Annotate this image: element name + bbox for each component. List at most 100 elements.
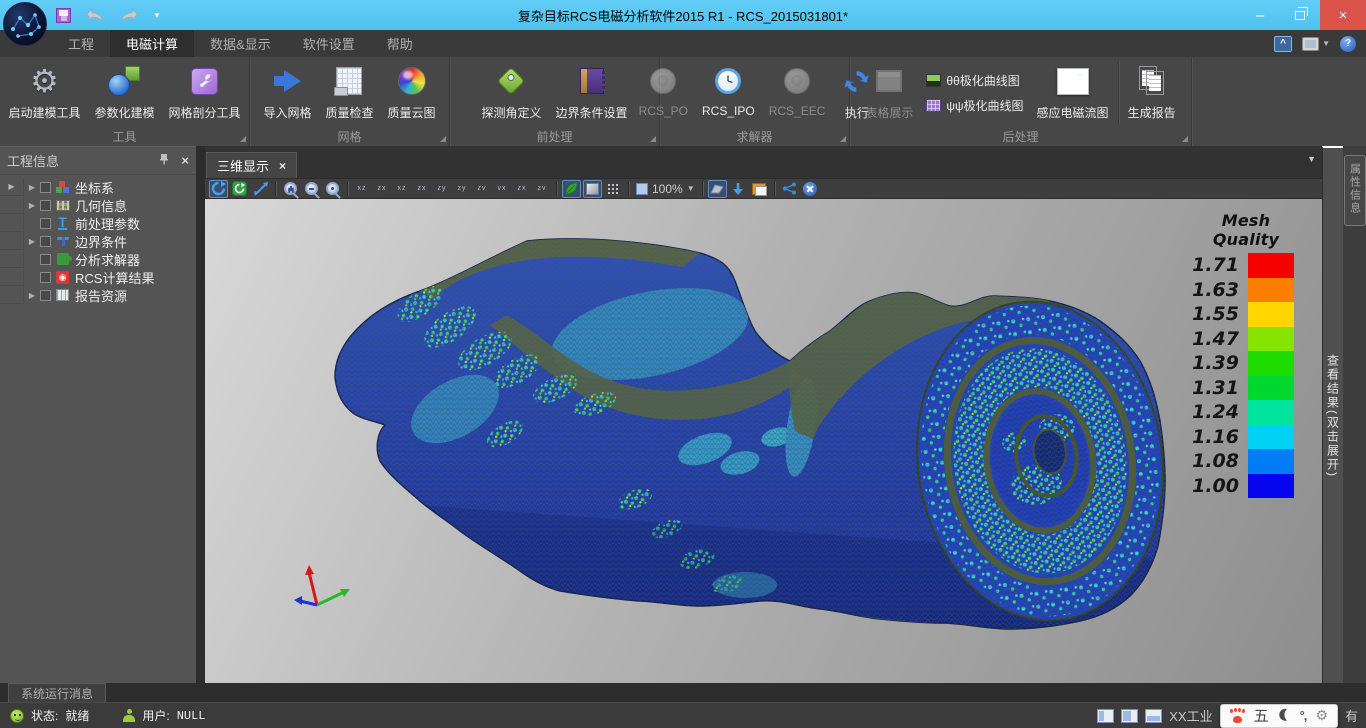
layout-left-icon[interactable] <box>1097 709 1114 723</box>
view-preset-icon[interactable]: zy <box>453 181 471 197</box>
share-branch-icon[interactable] <box>780 180 799 198</box>
psi-polar-curve-button[interactable]: ψψ极化曲线图 <box>926 97 1023 114</box>
expand-icon[interactable]: ▶ <box>24 237 40 246</box>
tree-item-preprocess-params[interactable]: T 前处理参数 <box>0 214 196 232</box>
ime-toolbar[interactable]: 五 °, ⚙ <box>1220 704 1338 728</box>
tree-checkbox[interactable] <box>40 182 51 193</box>
zoom-level-select[interactable]: 100% ▼ <box>636 182 695 196</box>
quality-check-button[interactable]: 质量检查 <box>318 58 380 127</box>
view-preset-icon[interactable]: zx <box>413 181 431 197</box>
view-preset-icon[interactable]: zx <box>373 181 391 197</box>
app-logo-icon[interactable] <box>3 2 47 46</box>
shaded-surface-icon[interactable] <box>583 180 602 198</box>
tree-item-coordinate-system[interactable]: ▶ ▶ 坐标系 <box>0 178 196 196</box>
tree-item-analysis-solver[interactable]: 分析求解器 <box>0 250 196 268</box>
tree-checkbox[interactable] <box>40 254 51 265</box>
tree-checkbox[interactable] <box>40 290 51 301</box>
tree-checkbox[interactable] <box>40 200 51 211</box>
select-tool-icon[interactable] <box>708 180 727 198</box>
undo-icon[interactable] <box>85 8 105 22</box>
tree-checkbox[interactable] <box>40 218 51 229</box>
minimize-button[interactable]: – <box>1240 0 1280 30</box>
tab-em-compute[interactable]: 电磁计算 <box>110 30 194 57</box>
boundary-settings-button[interactable]: 边界条件设置 <box>549 58 635 127</box>
display-dropdown-icon[interactable]: ▼ <box>1322 39 1330 48</box>
tree-item-rcs-results[interactable]: ◉ RCS计算结果 <box>0 268 196 286</box>
tab-data-display[interactable]: 数据&显示 <box>194 30 287 57</box>
quality-cloud-button[interactable]: 质量云图 <box>381 58 443 127</box>
panel-splitter[interactable] <box>196 146 205 683</box>
dialog-launcher-icon[interactable] <box>840 136 846 142</box>
zoom-in-icon[interactable] <box>281 180 300 198</box>
tab-3d-display[interactable]: 三维显示 × <box>206 152 297 178</box>
ime-settings-icon[interactable]: ⚙ <box>1315 708 1328 724</box>
panel-close-icon[interactable]: × <box>181 153 189 168</box>
tree-item-boundary-conditions[interactable]: ▶ 边界条件 <box>0 232 196 250</box>
tab-project[interactable]: 工程 <box>52 30 110 57</box>
view-preset-icon[interactable]: xz <box>353 181 371 197</box>
arrow-down-icon[interactable] <box>729 180 748 198</box>
ime-logo-icon[interactable] <box>1230 709 1245 723</box>
view-preset-icon[interactable]: zv <box>473 181 491 197</box>
view-preset-icon[interactable]: zx <box>513 181 531 197</box>
zoom-fit-icon[interactable] <box>323 180 342 198</box>
pin-icon[interactable] <box>159 153 169 168</box>
collapse-ribbon-icon[interactable]: ^ <box>1274 36 1292 52</box>
expand-icon[interactable]: ▶ <box>24 201 40 210</box>
theta-polar-curve-button[interactable]: θθ极化曲线图 <box>926 72 1023 89</box>
qat-dropdown-icon[interactable]: ▼ <box>153 11 161 20</box>
dialog-launcher-icon[interactable] <box>1182 136 1188 142</box>
dialog-launcher-icon[interactable] <box>650 136 656 142</box>
tab-software-settings[interactable]: 软件设置 <box>287 30 371 57</box>
display-mode-button[interactable]: ▼ <box>1302 37 1330 51</box>
expand-icon[interactable]: ▶ <box>24 291 40 300</box>
ime-punctuation-icon[interactable]: °, <box>1300 708 1307 723</box>
restore-button[interactable] <box>1280 0 1320 30</box>
rcs-eec-button[interactable]: RCS_EEC <box>762 58 833 127</box>
rcs-po-button[interactable]: RCS_PO <box>632 58 695 127</box>
tree-checkbox[interactable] <box>40 272 51 283</box>
tab-help[interactable]: 帮助 <box>371 30 429 57</box>
properties-collapsed-tab[interactable]: 属性信息 <box>1344 155 1366 226</box>
probe-angle-button[interactable]: 探测角定义 <box>474 58 548 127</box>
close-button[interactable]: × <box>1320 0 1366 30</box>
induced-current-map-button[interactable]: 感应电磁流图 <box>1030 58 1116 127</box>
redo-icon[interactable] <box>119 8 139 22</box>
system-message-tab[interactable]: 系统运行消息 <box>8 683 106 702</box>
zoom-out-icon[interactable] <box>302 180 321 198</box>
view-preset-icon[interactable]: zv <box>533 181 551 197</box>
parametric-modeling-button[interactable]: 参数化建模 <box>87 58 161 127</box>
table-display-button[interactable]: 表格展示 <box>858 58 920 127</box>
ime-mode-icon[interactable]: 五 <box>1254 705 1269 726</box>
layers-icon[interactable] <box>750 180 769 198</box>
layout-split-icon[interactable] <box>1121 709 1138 723</box>
expand-icon[interactable]: ▶ <box>24 183 40 192</box>
close-view-icon[interactable] <box>801 180 820 198</box>
launch-modeling-tool-button[interactable]: ⚙ 启动建模工具 <box>1 58 87 127</box>
import-mesh-button[interactable]: 导入网格 <box>256 58 318 127</box>
dialog-launcher-icon[interactable] <box>240 136 246 142</box>
tree-checkbox[interactable] <box>40 236 51 247</box>
wireframe-points-icon[interactable] <box>604 180 623 198</box>
generate-report-button[interactable]: 生成报告 <box>1121 58 1183 127</box>
tab-list-dropdown-icon[interactable]: ▼ <box>1307 154 1316 164</box>
help-icon[interactable]: ? <box>1340 36 1356 52</box>
view-preset-icon[interactable]: vx <box>493 181 511 197</box>
smooth-shading-icon[interactable] <box>562 180 581 198</box>
viewport-3d[interactable]: Mesh Quality 1.71 1.63 1.55 1.47 1.39 1.… <box>205 199 1322 683</box>
dialog-launcher-icon[interactable] <box>440 136 446 142</box>
tree-item-report-resources[interactable]: ▶ 报告资源 <box>0 286 196 304</box>
save-icon[interactable] <box>56 8 71 23</box>
tree-item-geometry-info[interactable]: ▶ 几何信息 <box>0 196 196 214</box>
refresh-view-icon[interactable] <box>230 180 249 198</box>
fit-extents-icon[interactable] <box>251 180 270 198</box>
rcs-ipo-button[interactable]: RCS_IPO <box>695 58 762 127</box>
zoom-dropdown-icon[interactable]: ▼ <box>687 184 695 193</box>
mesh-partition-tool-button[interactable]: 网格剖分工具 <box>162 58 248 127</box>
rotate-view-icon[interactable] <box>209 180 228 198</box>
ime-moon-icon[interactable] <box>1278 708 1291 724</box>
layout-bottom-icon[interactable] <box>1145 709 1162 723</box>
mesh-model[interactable] <box>205 199 1322 683</box>
view-preset-icon[interactable]: xz <box>393 181 411 197</box>
tab-close-icon[interactable]: × <box>279 159 286 173</box>
